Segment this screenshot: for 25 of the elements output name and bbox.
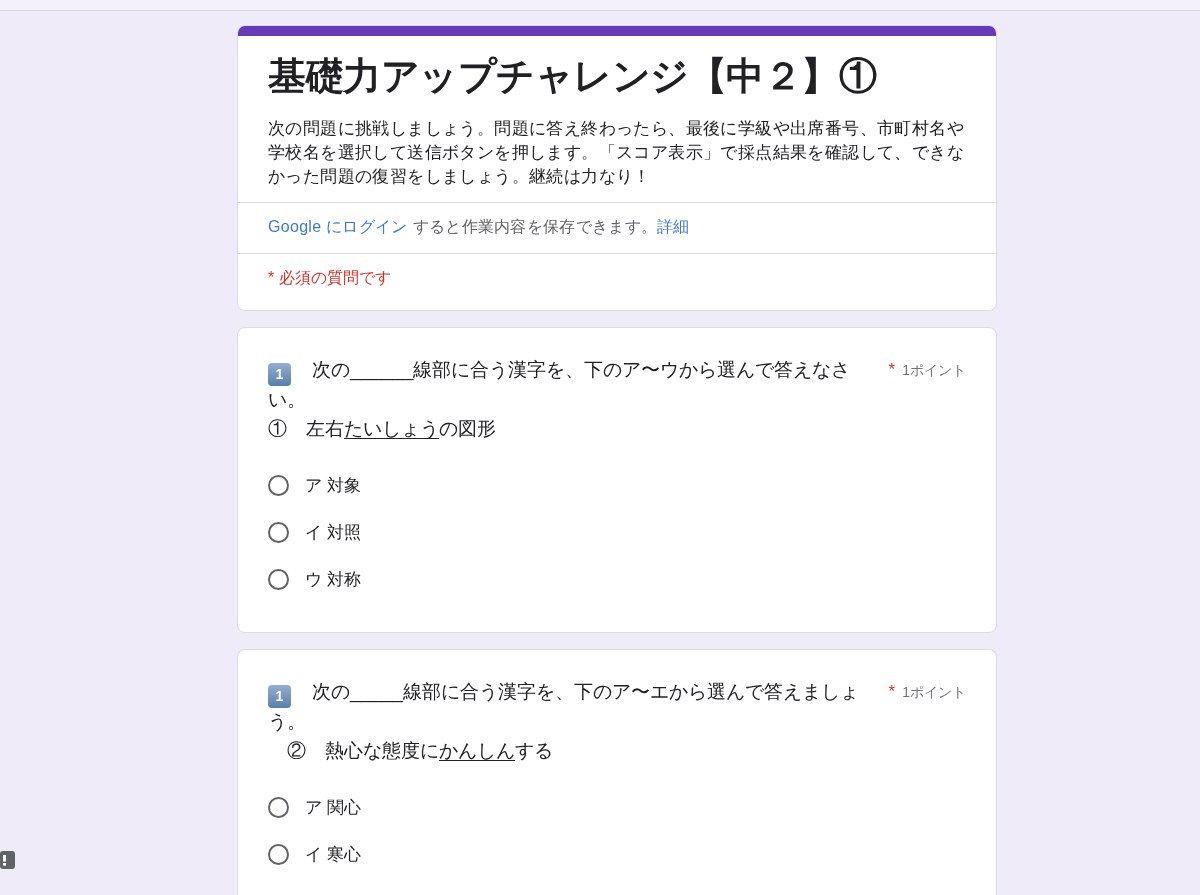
sign-in-notice: Google にログイン すると作業内容を保存できます。詳細: [238, 202, 996, 253]
radio-button[interactable]: [268, 522, 289, 543]
option-label: ウ 対称: [305, 568, 361, 591]
radio-button[interactable]: [268, 569, 289, 590]
option-label: イ 寒心: [305, 843, 361, 866]
radio-button[interactable]: [268, 844, 289, 865]
radio-button[interactable]: [268, 475, 289, 496]
option-label: ア 関心: [305, 796, 361, 819]
question-item: ② 熱心な態度にかんしんする: [286, 738, 554, 763]
question-text: 1 次の_____線部に合う漢字を、下のア〜エから選んで答えましょう。: [268, 680, 860, 734]
option-label: ア 対象: [305, 474, 361, 497]
required-mark: *: [888, 681, 896, 703]
question-text: 1 次の______線部に合う漢字を、下のア〜ウから選んで答えなさい。: [268, 358, 852, 412]
alert-icon[interactable]: [0, 851, 15, 869]
form-title: 基礎力アップチャレンジ【中２】①: [268, 54, 878, 99]
required-note: * 必須の質問です: [238, 253, 996, 310]
question-item: ① 左右たいしょう の図形: [268, 416, 497, 441]
sign-in-link[interactable]: Google にログイン: [268, 218, 408, 235]
points-label: 1ポイント: [902, 683, 966, 702]
radio-button[interactable]: [268, 797, 289, 818]
points-label: 1ポイント: [902, 361, 966, 380]
details-link[interactable]: 詳細: [657, 218, 690, 235]
option-label: イ 対照: [305, 521, 361, 544]
required-mark: *: [888, 359, 896, 381]
form-description: 次の問題に挑戦しましょう。問題に答え終わったら、最後に学級や出席番号、市町村名や学校名を選択して送信ボタンを押します。「スコア表示」で採点結果を確認して、できなかった問題の復習をしましょう。継続は力なり！: [268, 118, 965, 188]
